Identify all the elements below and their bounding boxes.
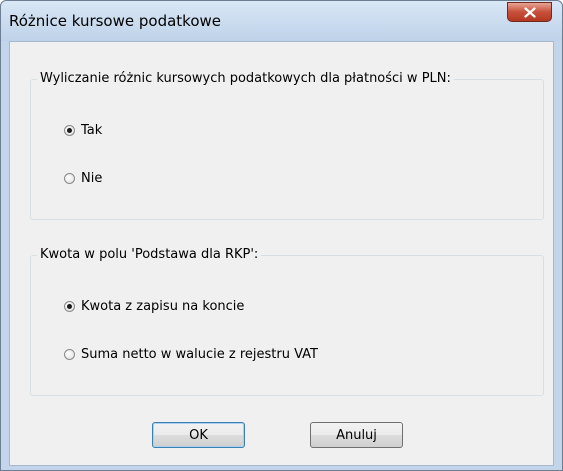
window-title: Różnice kursowe podatkowe: [9, 12, 221, 30]
group-tax-differences-legend: Wyliczanie różnic kursowych podatkowych …: [37, 71, 454, 86]
close-icon: [523, 6, 536, 18]
radio-tak[interactable]: Tak: [64, 123, 102, 138]
radio-nie[interactable]: Nie: [64, 171, 102, 186]
radio-suma-netto-label: Suma netto w walucie z rejestru VAT: [81, 347, 318, 362]
radio-kwota-z-zapisu-button[interactable]: [64, 301, 75, 312]
radio-tak-button[interactable]: [64, 125, 75, 136]
cancel-button[interactable]: Anuluj: [310, 422, 403, 448]
radio-kwota-z-zapisu-label: Kwota z zapisu na koncie: [81, 299, 245, 314]
group-rkp-amount-legend: Kwota w polu 'Podstawa dla RKP':: [37, 247, 262, 262]
radio-nie-label: Nie: [81, 171, 103, 186]
title-bar[interactable]: Różnice kursowe podatkowe: [1, 1, 562, 41]
dialog-client-area: Wyliczanie różnic kursowych podatkowych …: [9, 41, 554, 466]
radio-nie-button[interactable]: [64, 173, 75, 184]
radio-suma-netto-button[interactable]: [64, 349, 75, 360]
group-tax-differences: Wyliczanie różnic kursowych podatkowych …: [30, 71, 544, 220]
close-button[interactable]: [507, 2, 552, 22]
dialog-window: Różnice kursowe podatkowe Wyliczanie róż…: [0, 0, 563, 471]
ok-button[interactable]: OK: [152, 422, 245, 448]
radio-suma-netto[interactable]: Suma netto w walucie z rejestru VAT: [64, 347, 318, 362]
radio-kwota-z-zapisu[interactable]: Kwota z zapisu na koncie: [64, 299, 244, 314]
radio-tak-label: Tak: [81, 123, 103, 138]
group-rkp-amount: Kwota w polu 'Podstawa dla RKP': Kwota z…: [30, 247, 544, 396]
